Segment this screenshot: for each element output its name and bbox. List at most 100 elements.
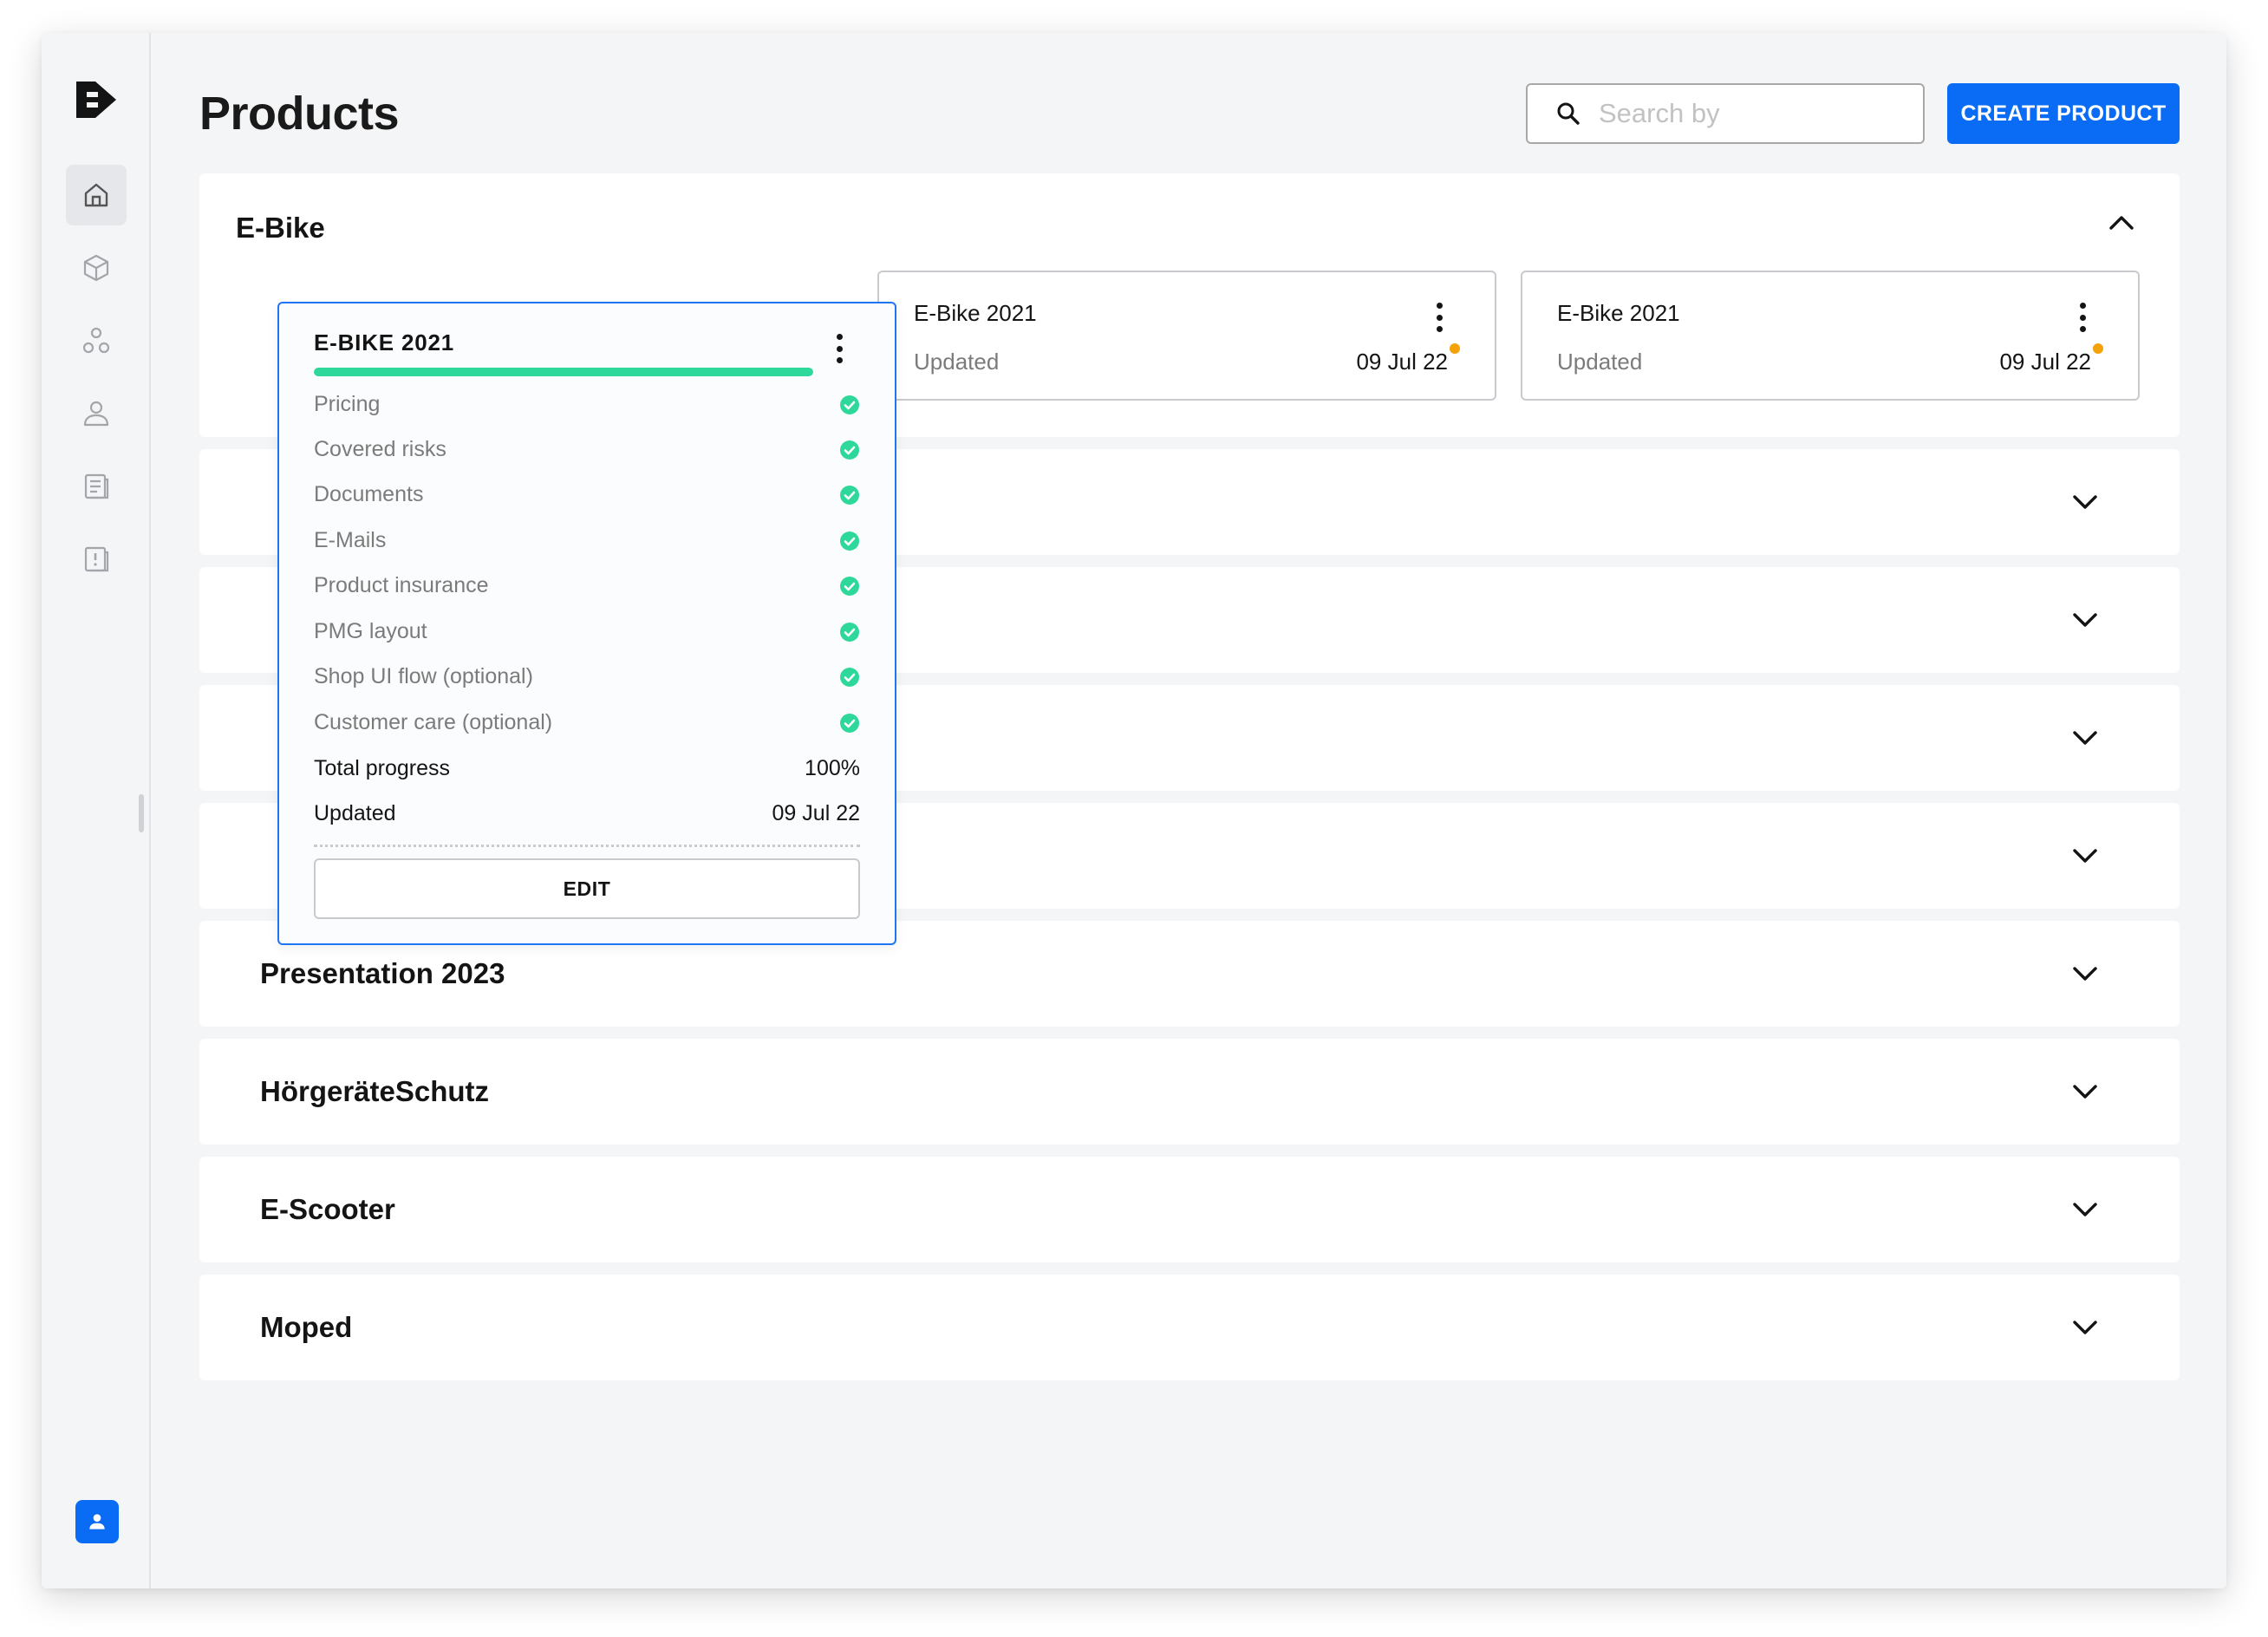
checklist-label: Customer care (optional)	[314, 710, 553, 734]
sidebar-item-documents[interactable]	[66, 456, 127, 517]
sidebar-resize-handle[interactable]	[139, 794, 144, 832]
updated-label: Updated	[314, 801, 396, 825]
group-panel-moped[interactable]: Moped	[199, 1275, 2180, 1380]
kebab-icon	[2079, 303, 2086, 309]
more-menu-button[interactable]	[829, 331, 850, 366]
app-window: Products CREATE PRODUCT E-Bike E-Bike 20…	[42, 33, 2226, 1588]
updated-row: Updated 09 Jul 22	[314, 798, 860, 832]
kebab-icon	[836, 334, 843, 340]
divider	[314, 845, 860, 847]
search-box[interactable]	[1526, 83, 1925, 144]
expand-button[interactable]	[2070, 1077, 2100, 1106]
updated-date: 09 Jul 22	[1999, 349, 2091, 375]
checklist-item: Covered risks	[314, 434, 860, 468]
sidebar-item-products[interactable]	[66, 238, 127, 298]
group-title: E-Bike	[236, 212, 325, 244]
document-list-icon	[84, 473, 109, 499]
group-panel-hoergeraeteschutz[interactable]: HörgeräteSchutz	[199, 1039, 2180, 1145]
user-avatar-button[interactable]	[75, 1500, 119, 1543]
checklist-label: PMG layout	[314, 619, 427, 643]
check-circle-icon	[840, 395, 859, 414]
sidebar-item-groups[interactable]	[66, 310, 127, 371]
checklist-label: Product insurance	[314, 573, 489, 597]
chevron-up-icon	[2109, 216, 2134, 230]
more-menu-button[interactable]	[2072, 300, 2093, 335]
kebab-icon	[1436, 303, 1443, 309]
more-menu-button[interactable]	[1429, 300, 1450, 335]
sidebar-item-users[interactable]	[66, 383, 127, 444]
check-circle-icon	[840, 440, 859, 460]
check-circle-icon	[840, 714, 859, 733]
search-icon	[1557, 102, 1580, 125]
product-card[interactable]: E-Bike 2021 Updated 09 Jul 22	[877, 271, 1496, 401]
progress-bar	[314, 368, 813, 376]
check-circle-icon	[840, 486, 859, 505]
expand-button[interactable]	[2070, 1313, 2100, 1342]
search-input[interactable]	[1599, 98, 1911, 129]
checklist-item: Documents	[314, 479, 860, 513]
checklist-item: Shop UI flow (optional)	[314, 661, 860, 695]
logo[interactable]	[76, 82, 116, 118]
chevron-down-icon	[2073, 613, 2097, 627]
total-progress-value: 100%	[805, 756, 860, 780]
checklist-item: Product insurance	[314, 570, 860, 604]
group-panel-e-scooter[interactable]: E-Scooter	[199, 1157, 2180, 1262]
check-circle-icon	[840, 577, 859, 596]
group-title: Moped	[260, 1311, 353, 1343]
progress-bar-fill	[314, 368, 813, 376]
updated-date: 09 Jul 22	[772, 801, 860, 825]
cube-icon	[83, 254, 109, 282]
product-card-title: E-Bike 2021	[1557, 300, 1680, 326]
group-title: HörgeräteSchutz	[260, 1075, 490, 1107]
chevron-down-icon	[2073, 1321, 2097, 1334]
expand-button[interactable]	[2070, 841, 2100, 871]
collapse-button[interactable]	[2107, 208, 2136, 238]
total-progress-row: Total progress 100%	[314, 753, 860, 787]
product-card-title: E-Bike 2021	[914, 300, 1037, 326]
checklist-item: PMG layout	[314, 616, 860, 650]
check-circle-icon	[840, 623, 859, 642]
create-product-button[interactable]: CREATE PRODUCT	[1947, 83, 2180, 144]
checklist-label: E-Mails	[314, 528, 387, 552]
checklist-label: Covered risks	[314, 437, 446, 461]
product-card[interactable]: E-Bike 2021 Updated 09 Jul 22	[1521, 271, 2140, 401]
product-card-expanded[interactable]: E-BIKE 2021 Pricing Covered risks Docume…	[277, 302, 896, 945]
checklist-item: Pricing	[314, 388, 860, 423]
expand-button[interactable]	[2070, 1195, 2100, 1224]
updated-label: Updated	[1557, 349, 1643, 375]
expand-button[interactable]	[2070, 605, 2100, 635]
check-circle-icon	[840, 532, 859, 551]
sidebar-item-claims[interactable]	[66, 529, 127, 590]
sidebar-item-home[interactable]	[66, 165, 127, 225]
updated-date: 09 Jul 22	[1356, 349, 1448, 375]
checklist-label: Shop UI flow (optional)	[314, 664, 533, 688]
chevron-down-icon	[2073, 495, 2097, 509]
home-icon	[84, 183, 108, 207]
group-title: E-Scooter	[260, 1193, 395, 1225]
product-card-title: E-BIKE 2021	[314, 329, 454, 355]
chevron-down-icon	[2073, 1203, 2097, 1216]
edit-button[interactable]: EDIT	[314, 858, 860, 919]
chevron-down-icon	[2073, 967, 2097, 981]
expand-button[interactable]	[2070, 487, 2100, 517]
updated-label: Updated	[914, 349, 1000, 375]
sidebar	[42, 33, 151, 1588]
user-icon	[83, 401, 109, 427]
chevron-down-icon	[2073, 731, 2097, 745]
status-dot	[1450, 343, 1460, 354]
checklist-item: Customer care (optional)	[314, 707, 860, 741]
alert-document-icon	[84, 546, 109, 572]
checklist-item: E-Mails	[314, 525, 860, 559]
group-title: Presentation 2023	[260, 957, 505, 989]
status-dot	[2093, 343, 2103, 354]
checklist-label: Pricing	[314, 392, 381, 416]
user-avatar-icon	[89, 1514, 105, 1529]
chevron-down-icon	[2073, 849, 2097, 863]
expand-button[interactable]	[2070, 959, 2100, 988]
chevron-down-icon	[2073, 1085, 2097, 1099]
checklist-label: Documents	[314, 482, 424, 506]
total-progress-label: Total progress	[314, 756, 451, 780]
expand-button[interactable]	[2070, 723, 2100, 753]
page-title: Products	[199, 88, 400, 140]
check-circle-icon	[840, 668, 859, 687]
